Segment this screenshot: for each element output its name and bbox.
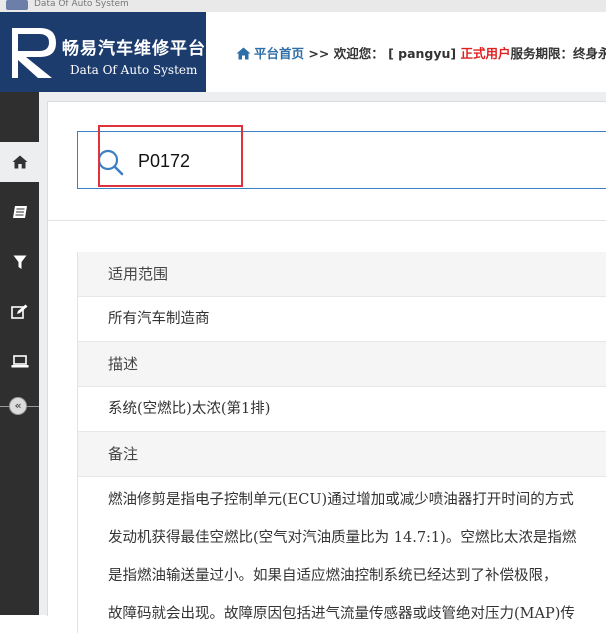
sidebar-item-edit[interactable]	[0, 291, 39, 331]
notes-line: 燃油修剪是指电子控制单元(ECU)通过增加或减少喷油器打开时间的方式	[108, 492, 574, 508]
description-header: 描述	[78, 342, 606, 387]
description-value: 系统(空燃比)太浓(第1排)	[78, 387, 606, 432]
notes-line: 发动机获得最佳空燃比(空气对汽油质量比为 14.7:1)。空燃比太浓是指燃	[108, 530, 577, 546]
breadcrumb: 平台首页 >> 欢迎您： [ pangyu] 正式用户服务期限：终身永	[236, 43, 606, 63]
book-icon	[12, 206, 27, 218]
scope-header: 适用范围	[78, 252, 606, 297]
sidebar-item-laptop[interactable]	[0, 341, 39, 381]
brand-name-en: Data Of Auto System	[70, 63, 198, 77]
section-divider	[48, 220, 606, 221]
home-icon	[12, 155, 27, 169]
search-input[interactable]	[138, 146, 338, 176]
filter-icon	[13, 255, 26, 269]
notes-line: 是指燃油输送量过小。如果自适应燃油控制系统已经达到了补偿极限，	[108, 568, 558, 584]
home-icon[interactable]	[236, 47, 251, 63]
breadcrumb-separator: >>	[308, 46, 330, 61]
laptop-icon	[11, 354, 28, 367]
top-header: 平台首页 >> 欢迎您： [ pangyu] 正式用户服务期限：终身永	[206, 12, 606, 92]
username: [ pangyu]	[388, 46, 457, 61]
notes-header: 备注	[78, 432, 606, 477]
sidebar	[0, 92, 39, 615]
code-info-table: 适用范围 所有汽车制造商 描述 系统(空燃比)太浓(第1排) 备注 燃油修剪是指…	[77, 252, 606, 633]
service-value: 终身永	[573, 46, 606, 61]
edit-icon	[11, 304, 28, 319]
r-logo-mark-icon	[12, 28, 56, 78]
notes-body: 燃油修剪是指电子控制单元(ECU)通过增加或减少喷油器打开时间的方式 发动机获得…	[78, 477, 606, 633]
window-title: Data Of Auto System	[34, 0, 129, 9]
home-link[interactable]: 平台首页	[254, 46, 304, 61]
user-type-badge: 正式用户	[460, 46, 511, 61]
welcome-text: 欢迎您：	[333, 46, 384, 61]
sidebar-item-filter[interactable]	[0, 242, 39, 282]
sidebar-collapse-button[interactable]: «	[9, 397, 27, 415]
app-mini-logo	[6, 0, 28, 10]
search-icon[interactable]	[96, 148, 126, 178]
sidebar-item-manual[interactable]	[0, 192, 39, 232]
notes-line: 故障码就会出现。故障原因包括进气流量传感器或歧管绝对压力(MAP)传	[108, 606, 575, 622]
service-label: 服务期限：	[510, 46, 574, 61]
sidebar-item-home[interactable]	[0, 142, 39, 182]
brand-logo[interactable]: 畅易汽车维修平台 Data Of Auto System	[0, 12, 206, 92]
brand-name-cn: 畅易汽车维修平台	[62, 39, 206, 59]
scope-value: 所有汽车制造商	[78, 297, 606, 342]
